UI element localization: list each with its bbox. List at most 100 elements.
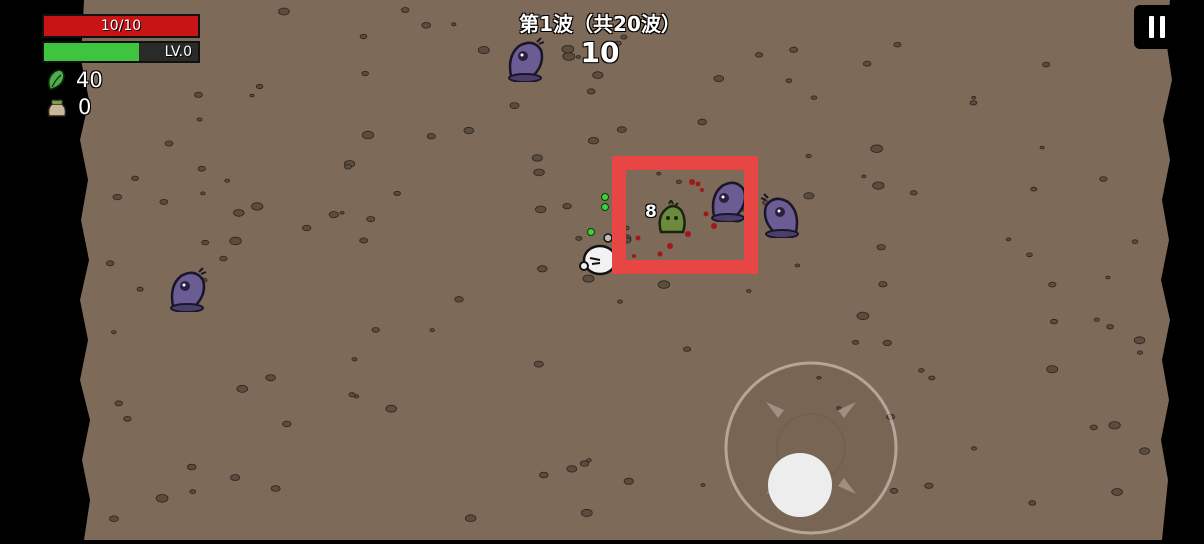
health-bar: 10/10 bbox=[42, 14, 200, 38]
ground-pebble bbox=[361, 71, 369, 77]
level-label: LV.0 bbox=[164, 44, 192, 60]
ground-pebble bbox=[861, 174, 867, 179]
ground-pebble bbox=[255, 83, 264, 90]
ground-pebble bbox=[794, 263, 801, 268]
ground-pebble bbox=[971, 95, 977, 100]
ground-pebble bbox=[344, 164, 352, 170]
ground-pebble bbox=[617, 299, 623, 304]
xp-orbs bbox=[587, 193, 609, 236]
ground-pebble bbox=[236, 384, 249, 393]
ground-pebble bbox=[657, 280, 671, 289]
ground-pebble bbox=[1028, 500, 1037, 506]
ground-pebble bbox=[531, 154, 543, 162]
ground-pebble bbox=[111, 330, 117, 335]
ground-pebble bbox=[810, 95, 818, 100]
ground-pebble bbox=[1050, 318, 1059, 325]
purple-slime-enemy bbox=[760, 193, 799, 238]
ground-pebble bbox=[803, 192, 815, 200]
ground-pebble bbox=[249, 93, 255, 98]
pause-icon bbox=[1149, 16, 1154, 38]
bag-count: 0 bbox=[78, 95, 92, 119]
ground-pebble bbox=[697, 118, 707, 126]
damage-number: 8 bbox=[645, 202, 657, 222]
loot-bag-icon bbox=[47, 99, 67, 117]
ground-pebble bbox=[623, 477, 634, 485]
health-label: 10/10 bbox=[100, 18, 142, 34]
ground-pebble bbox=[200, 191, 206, 196]
ground-pebble bbox=[302, 224, 312, 232]
ground-pebble bbox=[159, 198, 169, 205]
ground-pebble bbox=[1026, 252, 1033, 258]
ground-pebble bbox=[426, 133, 436, 140]
ground-pebble bbox=[463, 126, 475, 135]
ground-pebble bbox=[196, 117, 203, 122]
ground-pebble bbox=[230, 474, 241, 481]
ground-pebble bbox=[509, 102, 520, 109]
ground-pebble bbox=[580, 508, 593, 517]
ground-pebble bbox=[616, 126, 627, 133]
ground-pebble bbox=[201, 239, 210, 246]
ground-pebble bbox=[539, 471, 549, 479]
ground-pebble bbox=[878, 281, 888, 288]
ground-pebble bbox=[586, 458, 592, 463]
ground-pebble bbox=[1106, 324, 1114, 330]
ground-pebble bbox=[164, 140, 174, 147]
ground-pebble bbox=[136, 286, 144, 292]
ground-pebble bbox=[270, 485, 281, 492]
ground-pebble bbox=[477, 46, 490, 55]
pause-button[interactable] bbox=[1134, 5, 1180, 49]
ground-pebble bbox=[1139, 447, 1150, 455]
ground-pebble bbox=[109, 515, 119, 523]
ground-pebble bbox=[359, 237, 369, 244]
ground-pebble bbox=[421, 21, 432, 29]
ground-pebble bbox=[339, 211, 345, 215]
ground-pebble bbox=[876, 244, 886, 251]
ground-pebble bbox=[123, 415, 132, 422]
ground-pebble bbox=[713, 75, 725, 83]
ground-pebble bbox=[537, 265, 548, 273]
ground-pebble bbox=[872, 181, 885, 190]
ground-pebble bbox=[1089, 424, 1098, 431]
target-highlight-box bbox=[612, 156, 758, 274]
ground-pebble bbox=[535, 205, 547, 214]
ground-pebble bbox=[429, 328, 435, 333]
ground-pebble bbox=[278, 7, 290, 16]
ground-pebble bbox=[251, 202, 264, 211]
ground-pebble bbox=[566, 465, 578, 473]
ground-pebble bbox=[1131, 239, 1139, 245]
ground-pebble bbox=[1039, 145, 1045, 150]
ground-pebble bbox=[969, 100, 978, 106]
ground-pebble bbox=[351, 357, 358, 362]
ground-pebble bbox=[371, 327, 380, 333]
pause-icon bbox=[1160, 16, 1165, 38]
ground-pebble bbox=[909, 190, 918, 196]
ground-pebble bbox=[282, 420, 292, 428]
joystick-thumb[interactable] bbox=[768, 453, 832, 517]
ground-pebble bbox=[233, 209, 245, 217]
virtual-joystick[interactable] bbox=[722, 360, 902, 540]
ground-pebble bbox=[592, 71, 604, 79]
ground-pebble bbox=[683, 346, 692, 352]
experience-bar: LV.0 bbox=[42, 41, 200, 63]
ground-pebble bbox=[348, 392, 356, 398]
ground-pebble bbox=[112, 193, 123, 201]
wave-title: 第1波（共20波） bbox=[519, 12, 681, 36]
ground-pebble bbox=[197, 165, 206, 172]
ground-pebble bbox=[465, 514, 477, 522]
ground-pebble bbox=[359, 33, 368, 40]
ground-pebble bbox=[924, 482, 934, 489]
purple-slime-enemy bbox=[170, 267, 207, 312]
ground-pebble bbox=[1111, 488, 1123, 496]
ground-pebble bbox=[189, 489, 197, 494]
ground-pebble bbox=[131, 175, 139, 181]
ground-pebble bbox=[588, 136, 600, 145]
game-viewport[interactable]: 8 10/10 LV.0 40 0 第1波（共20波） 10 bbox=[0, 0, 1204, 540]
ground-pebble bbox=[856, 311, 870, 321]
ground-pebble bbox=[393, 190, 401, 196]
materials-count: 40 bbox=[76, 68, 103, 92]
ground-pebble bbox=[746, 289, 752, 293]
ground-pebble bbox=[893, 42, 902, 48]
ground-pebble bbox=[224, 178, 231, 183]
ground-pebble bbox=[755, 52, 764, 58]
experience-bar-fill bbox=[44, 43, 140, 61]
